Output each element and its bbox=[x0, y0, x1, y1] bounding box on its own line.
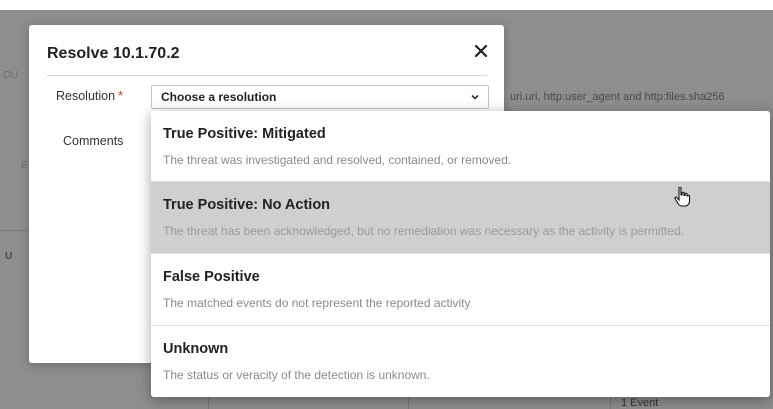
option-unknown[interactable]: Unknown The status or veracity of the de… bbox=[151, 326, 770, 397]
option-true-positive-mitigated[interactable]: True Positive: Mitigated The threat was … bbox=[151, 111, 770, 182]
required-mark: * bbox=[118, 89, 123, 103]
bg-column-divider bbox=[408, 395, 409, 409]
resolution-dropdown: True Positive: Mitigated The threat was … bbox=[151, 111, 770, 397]
resolution-label-text: Resolution bbox=[56, 89, 116, 103]
option-description: The threat was investigated and resolved… bbox=[163, 153, 512, 167]
chevron-down-icon bbox=[471, 94, 479, 100]
title-divider bbox=[47, 75, 487, 76]
close-icon bbox=[474, 44, 488, 58]
hand-cursor-icon bbox=[674, 186, 691, 207]
option-false-positive[interactable]: False Positive The matched events do not… bbox=[151, 254, 770, 326]
resolution-label: Resolution * bbox=[56, 89, 123, 103]
resolution-select-value: Choose a resolution bbox=[161, 90, 277, 104]
close-button[interactable] bbox=[469, 39, 493, 63]
bg-query-text: uri.uri, http:user_agent and http:files.… bbox=[510, 91, 725, 103]
modal-title: Resolve 10.1.70.2 bbox=[47, 45, 180, 62]
option-description: The matched events do not represent the … bbox=[163, 296, 471, 310]
option-description: The threat has been acknowledged, but no… bbox=[163, 224, 684, 238]
bg-event-count: 1 Event bbox=[621, 397, 659, 409]
option-title: False Positive bbox=[163, 269, 260, 285]
option-title: Unknown bbox=[163, 341, 229, 357]
resolution-select[interactable]: Choose a resolution bbox=[151, 85, 489, 109]
option-title: True Positive: No Action bbox=[163, 197, 331, 213]
option-description: The status or veracity of the detection … bbox=[163, 368, 430, 382]
bg-divider bbox=[0, 230, 30, 231]
comments-label: Comments bbox=[63, 134, 124, 148]
bg-column-divider bbox=[610, 395, 611, 409]
top-strip bbox=[0, 0, 773, 10]
bg-fragment: U bbox=[5, 251, 13, 262]
option-title: True Positive: Mitigated bbox=[163, 126, 326, 142]
bg-fragment: E bbox=[21, 160, 28, 171]
bg-column-divider bbox=[208, 395, 209, 409]
bg-fragment: OU bbox=[3, 70, 18, 81]
